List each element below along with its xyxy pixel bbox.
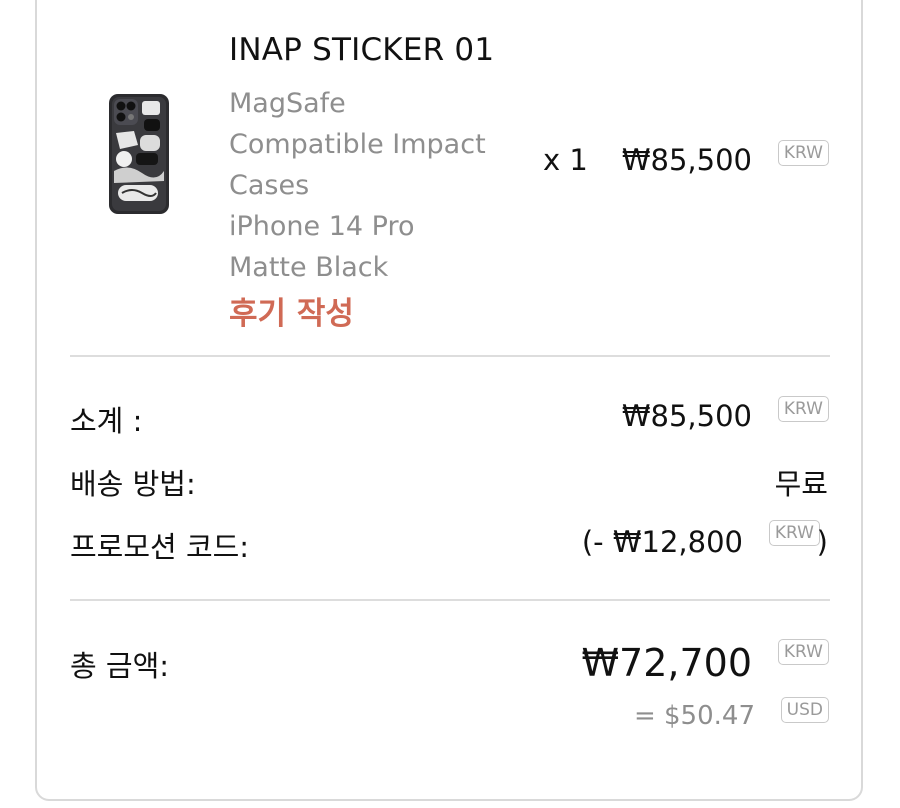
shipping-label: 배송 방법: [70, 467, 196, 501]
write-review-link[interactable]: 후기 작성 [229, 288, 354, 333]
total-value: ₩72,700 [581, 641, 752, 685]
promo-close-paren: ) [816, 525, 828, 559]
currency-badge: USD [780, 697, 829, 723]
variant-line-5: Matte Black [229, 252, 389, 283]
product-quantity: x 1 [543, 143, 588, 177]
divider [70, 599, 830, 601]
promo-code-label: 프로모션 코드: [70, 530, 250, 564]
subtotal-label: 소계 : [70, 404, 143, 438]
currency-badge: KRW [777, 140, 829, 166]
shipping-value: 무료 [774, 467, 828, 501]
variant-line-3: Cases [229, 170, 310, 201]
currency-badge: KRW [768, 520, 820, 546]
product-name[interactable]: INAP STICKER 01 [229, 32, 494, 68]
usd-equivalent: = $50.47 [633, 701, 755, 731]
variant-line-1: MagSafe [229, 88, 346, 119]
variant-line-4: iPhone 14 Pro [229, 211, 415, 242]
divider [70, 355, 830, 357]
total-label: 총 금액: [70, 649, 170, 683]
subtotal-value: ₩85,500 [621, 399, 752, 433]
currency-badge: KRW [777, 639, 829, 665]
product-price: ₩85,500 [621, 143, 752, 177]
promo-discount-value: (- ₩12,800 [581, 525, 743, 559]
variant-line-2: Compatible Impact [229, 129, 486, 160]
currency-badge: KRW [777, 396, 829, 422]
phone-case-icon[interactable] [108, 93, 170, 215]
